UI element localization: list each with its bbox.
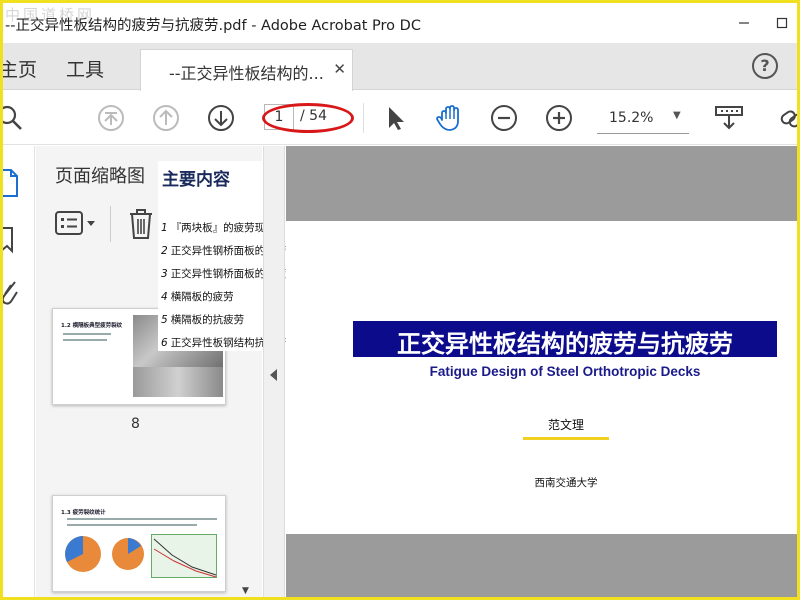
select-arrow-icon[interactable] [382, 104, 410, 132]
zoom-select[interactable]: 15.2% ▼ [597, 104, 689, 134]
contents-title: 主要内容 [162, 170, 230, 190]
toolbar: 1 / 54 15.2% ▼ [3, 91, 797, 145]
tab-bar: 主页 工具 --正交异性板结构的... ✕ ? [3, 43, 797, 91]
document-author: 范文理 [547, 418, 584, 432]
thumbnail-graph [151, 534, 217, 578]
thumbnail-pane-title: 页面缩略图 [55, 166, 145, 187]
bookmarks-icon[interactable] [3, 224, 15, 254]
help-icon[interactable]: ? [752, 53, 778, 79]
collapse-pane-icon[interactable] [270, 369, 277, 381]
thumbnail-page-number: 8 [131, 416, 140, 432]
left-tool-strip [3, 146, 35, 597]
zoom-value: 15.2% [609, 110, 654, 126]
first-page-icon[interactable] [97, 104, 125, 132]
document-tab[interactable]: --正交异性板结构的... ✕ [140, 49, 353, 91]
zoom-in-icon[interactable] [545, 104, 573, 132]
toolbar-divider [363, 103, 364, 133]
document-affiliation: 西南交通大学 [534, 477, 598, 489]
thumbnail-text-line [67, 518, 217, 520]
options-list-icon [55, 211, 95, 235]
maximize-icon [776, 17, 788, 29]
page-thumbnails-icon[interactable] [3, 166, 19, 198]
red-annotation-oval [262, 103, 354, 133]
thumbnail-pie-chart [65, 536, 101, 572]
author-underline [523, 437, 609, 440]
minimize-button[interactable] [729, 9, 759, 37]
contents-item[interactable]: 1 『两块板』的疲劳现象 [161, 220, 276, 235]
thumbnail-heading: 1.3 疲劳裂纹统计 [61, 510, 106, 516]
link-icon[interactable] [777, 104, 797, 132]
page-thumbnail-9[interactable]: 1.3 疲劳裂纹统计 [52, 495, 226, 592]
minimize-icon [739, 22, 749, 24]
previous-page-icon[interactable] [152, 104, 180, 132]
acrobat-window: 中国道桥网 --正交异性板结构的疲劳与抗疲劳.pdf - Adobe Acrob… [3, 3, 797, 597]
hand-icon[interactable] [435, 104, 463, 132]
pdf-page: 正交异性板结构的疲劳与抗疲劳 Fatigue Design of Steel O… [286, 221, 797, 534]
document-title-banner: 正交异性板结构的疲劳与抗疲劳 [353, 321, 777, 358]
close-icon[interactable]: ✕ [333, 60, 346, 78]
thumbnail-options-button[interactable] [55, 210, 99, 236]
document-title: 正交异性板结构的疲劳与抗疲劳 [397, 330, 733, 358]
thumbnail-text-line [63, 333, 111, 335]
thumbnail-text-line [63, 339, 107, 341]
attachments-icon[interactable] [3, 276, 19, 310]
zoom-out-icon[interactable] [490, 104, 518, 132]
thumbnail-text-line [67, 524, 197, 526]
search-icon[interactable] [3, 104, 25, 132]
title-bar: 中国道桥网 --正交异性板结构的疲劳与抗疲劳.pdf - Adobe Acrob… [3, 3, 797, 43]
pane-toolbar-divider [110, 206, 111, 242]
menu-home[interactable]: 主页 [3, 55, 37, 82]
thumbnail-heading: 1.2 横隔板典型疲劳裂纹 [61, 323, 123, 329]
contents-item[interactable]: 5 横隔板的抗疲劳 [161, 312, 244, 327]
menu-tools[interactable]: 工具 [66, 55, 104, 82]
thumbnail-photo [133, 367, 223, 397]
pane-splitter[interactable] [263, 146, 285, 597]
trash-icon[interactable] [128, 208, 154, 240]
window-title: --正交异性板结构的疲劳与抗疲劳.pdf - Adobe Acrobat Pro… [5, 18, 421, 34]
thumbnail-pie-chart [112, 538, 144, 570]
document-subtitle: Fatigue Design of Steel Orthotropic Deck… [429, 364, 701, 379]
document-view[interactable]: 正交异性板结构的疲劳与抗疲劳 Fatigue Design of Steel O… [286, 146, 797, 597]
document-tab-label: --正交异性板结构的... [169, 64, 324, 83]
scroll-down-icon[interactable]: ▼ [242, 586, 249, 596]
contents-item[interactable]: 4 横隔板的疲劳 [161, 289, 234, 304]
scroll-mode-icon[interactable] [713, 104, 745, 132]
next-page-icon[interactable] [207, 104, 235, 132]
maximize-button[interactable] [767, 9, 797, 37]
chevron-down-icon: ▼ [673, 110, 681, 121]
